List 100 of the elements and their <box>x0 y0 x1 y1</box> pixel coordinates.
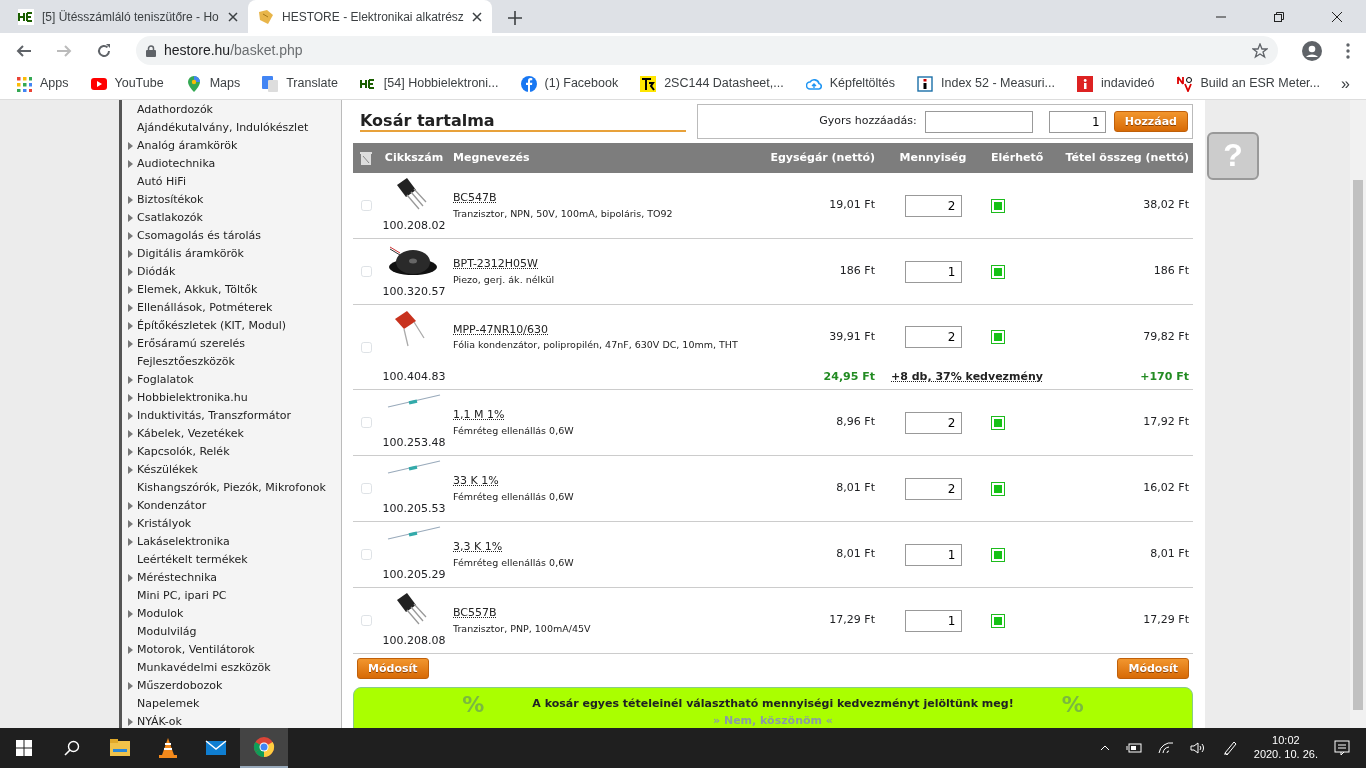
browser-tab[interactable]: [5] Ütésszámláló teniszütőre - Ho <box>8 0 248 33</box>
category-link[interactable]: Napelemek <box>122 695 341 713</box>
product-link[interactable]: 33 K 1% <box>453 473 499 490</box>
row-checkbox[interactable] <box>360 549 372 560</box>
bookmarks-overflow[interactable]: » <box>1341 71 1350 96</box>
bookmark[interactable]: Index 52 - Measuri... <box>917 74 1055 93</box>
close-icon[interactable] <box>228 11 238 22</box>
category-link[interactable]: Digitális áramkörök <box>122 245 341 263</box>
bookmark[interactable]: (1) Facebook <box>520 74 619 93</box>
category-link[interactable]: Erősáramú szerelés <box>122 335 341 353</box>
category-link[interactable]: Csomagolás és tárolás <box>122 227 341 245</box>
category-link[interactable]: Adathordozók <box>122 101 341 119</box>
bookmark[interactable]: Build an ESR Meter... <box>1176 74 1320 93</box>
back-icon[interactable] <box>16 42 32 59</box>
category-link[interactable]: Mini PC, ipari PC <box>122 587 341 605</box>
reload-icon[interactable] <box>96 42 112 59</box>
category-link[interactable]: Audiotechnika <box>122 155 341 173</box>
category-link[interactable]: Motorok, Ventilátorok <box>122 641 341 659</box>
product-link[interactable]: BC557B <box>453 605 497 622</box>
category-link[interactable]: Fejlesztőeszközök <box>122 353 341 371</box>
category-link[interactable]: Elemek, Akkuk, Töltők <box>122 281 341 299</box>
line-total: 79,82 Ft <box>1143 328 1189 345</box>
row-checkbox[interactable] <box>360 615 372 626</box>
quantity-input[interactable]: 1 <box>904 609 962 632</box>
category-link[interactable]: Kishangszórók, Piezók, Mikrofonok <box>122 479 341 497</box>
windows-start-icon[interactable] <box>16 740 32 756</box>
quantity-input[interactable]: 2 <box>904 477 962 500</box>
category-link[interactable]: Modulvilág <box>122 623 341 641</box>
address-bar[interactable]: hestore.hu/basket.php <box>136 36 1278 65</box>
product-link[interactable]: 1,1 M 1% <box>453 407 505 424</box>
category-link[interactable]: Kristályok <box>122 515 341 533</box>
product-link[interactable]: BPT-2312H05W <box>453 256 538 273</box>
category-link[interactable]: Méréstechnika <box>122 569 341 587</box>
bookmark[interactable]: Képfeltöltés <box>805 74 896 93</box>
bookmark[interactable]: Apps <box>16 74 69 93</box>
quantity-input[interactable]: 2 <box>904 411 962 434</box>
quick-add-label: Gyors hozzáadás: <box>819 113 917 130</box>
bookmark[interactable]: Translate <box>262 74 338 93</box>
star-icon[interactable] <box>1252 42 1268 59</box>
category-link[interactable]: Autó HiFi <box>122 173 341 191</box>
category-link[interactable]: Csatlakozók <box>122 209 341 227</box>
category-link[interactable]: Kondenzátor <box>122 497 341 515</box>
category-link[interactable]: Kapcsolók, Relék <box>122 443 341 461</box>
category-link[interactable]: Építőkészletek (KIT, Modul) <box>122 317 341 335</box>
category-link[interactable]: Induktivitás, Transzformátor <box>122 407 341 425</box>
volume-icon[interactable] <box>1189 742 1206 754</box>
product-link[interactable]: MPP-47NR10/630 <box>453 321 549 339</box>
bookmark[interactable]: indavideó <box>1077 74 1155 93</box>
forward-icon <box>56 42 72 59</box>
quantity-input[interactable]: 2 <box>904 194 962 217</box>
category-link[interactable]: Hobbielektronika.hu <box>122 389 341 407</box>
category-link[interactable]: Ajándékutalvány, Indulókészlet <box>122 119 341 137</box>
chevron-up-icon[interactable] <box>1099 745 1110 751</box>
traffic-cone-icon[interactable] <box>157 737 179 759</box>
row-checkbox[interactable] <box>360 200 372 211</box>
chrome-icon[interactable] <box>253 736 275 758</box>
bookmark[interactable]: [54] Hobbielektroni... <box>359 74 499 93</box>
notification-icon[interactable] <box>1334 740 1350 756</box>
discount-offer-link[interactable]: +8 db, 37% kedvezmény <box>891 370 1043 383</box>
profile-icon[interactable] <box>1302 40 1322 61</box>
wifi-icon[interactable] <box>1157 742 1174 754</box>
close-icon[interactable] <box>471 11 482 22</box>
row-checkbox[interactable] <box>360 417 372 428</box>
category-link[interactable]: Műszerdobozok <box>122 677 341 695</box>
row-checkbox[interactable] <box>360 483 372 494</box>
quantity-input[interactable]: 1 <box>1048 110 1106 133</box>
category-link[interactable]: Lakáselektronika <box>122 533 341 551</box>
bookmark[interactable]: 2SC144 Datasheet,... <box>640 74 784 93</box>
category-link[interactable]: Kábelek, Vezetékek <box>122 425 341 443</box>
row-checkbox[interactable] <box>360 266 372 277</box>
row-checkbox[interactable] <box>360 341 372 353</box>
close-icon[interactable] <box>1332 11 1342 22</box>
more-menu-icon[interactable] <box>1346 42 1350 59</box>
category-link[interactable]: Leértékelt termékek <box>122 551 341 569</box>
quantity-input[interactable]: 2 <box>904 326 962 348</box>
category-link[interactable]: Diódák <box>122 263 341 281</box>
product-link[interactable]: 3,3 K 1% <box>453 539 503 556</box>
category-link[interactable]: Analóg áramkörök <box>122 137 341 155</box>
quantity-input[interactable]: 1 <box>904 260 962 283</box>
pen-icon[interactable] <box>1221 740 1238 756</box>
category-link[interactable]: Ellenállások, Potméterek <box>122 299 341 317</box>
folder-icon[interactable] <box>109 737 131 759</box>
new-tab-icon[interactable] <box>507 11 522 25</box>
quantity-input[interactable]: 1 <box>904 543 962 566</box>
category-link[interactable]: Készülékek <box>122 461 341 479</box>
bookmark[interactable]: YouTube <box>90 74 164 93</box>
line-total: 8,01 Ft <box>1150 546 1189 563</box>
restore-icon[interactable] <box>1274 11 1284 22</box>
battery-icon[interactable] <box>1125 742 1142 754</box>
category-link[interactable]: Munkavédelmi eszközök <box>122 659 341 677</box>
category-link[interactable]: Modulok <box>122 605 341 623</box>
code-input[interactable] <box>924 110 1033 133</box>
category-link[interactable]: Foglalatok <box>122 371 341 389</box>
category-link[interactable]: Biztosítékok <box>122 191 341 209</box>
product-link[interactable]: BC547B <box>453 190 497 207</box>
line-total: 17,92 Ft <box>1143 414 1189 431</box>
scrollbar[interactable] <box>1350 100 1366 728</box>
search-icon[interactable] <box>64 740 80 756</box>
browser-tab[interactable]: HESTORE - Elektronikai alkatrész <box>248 0 492 33</box>
bookmark[interactable]: Maps <box>185 74 241 93</box>
